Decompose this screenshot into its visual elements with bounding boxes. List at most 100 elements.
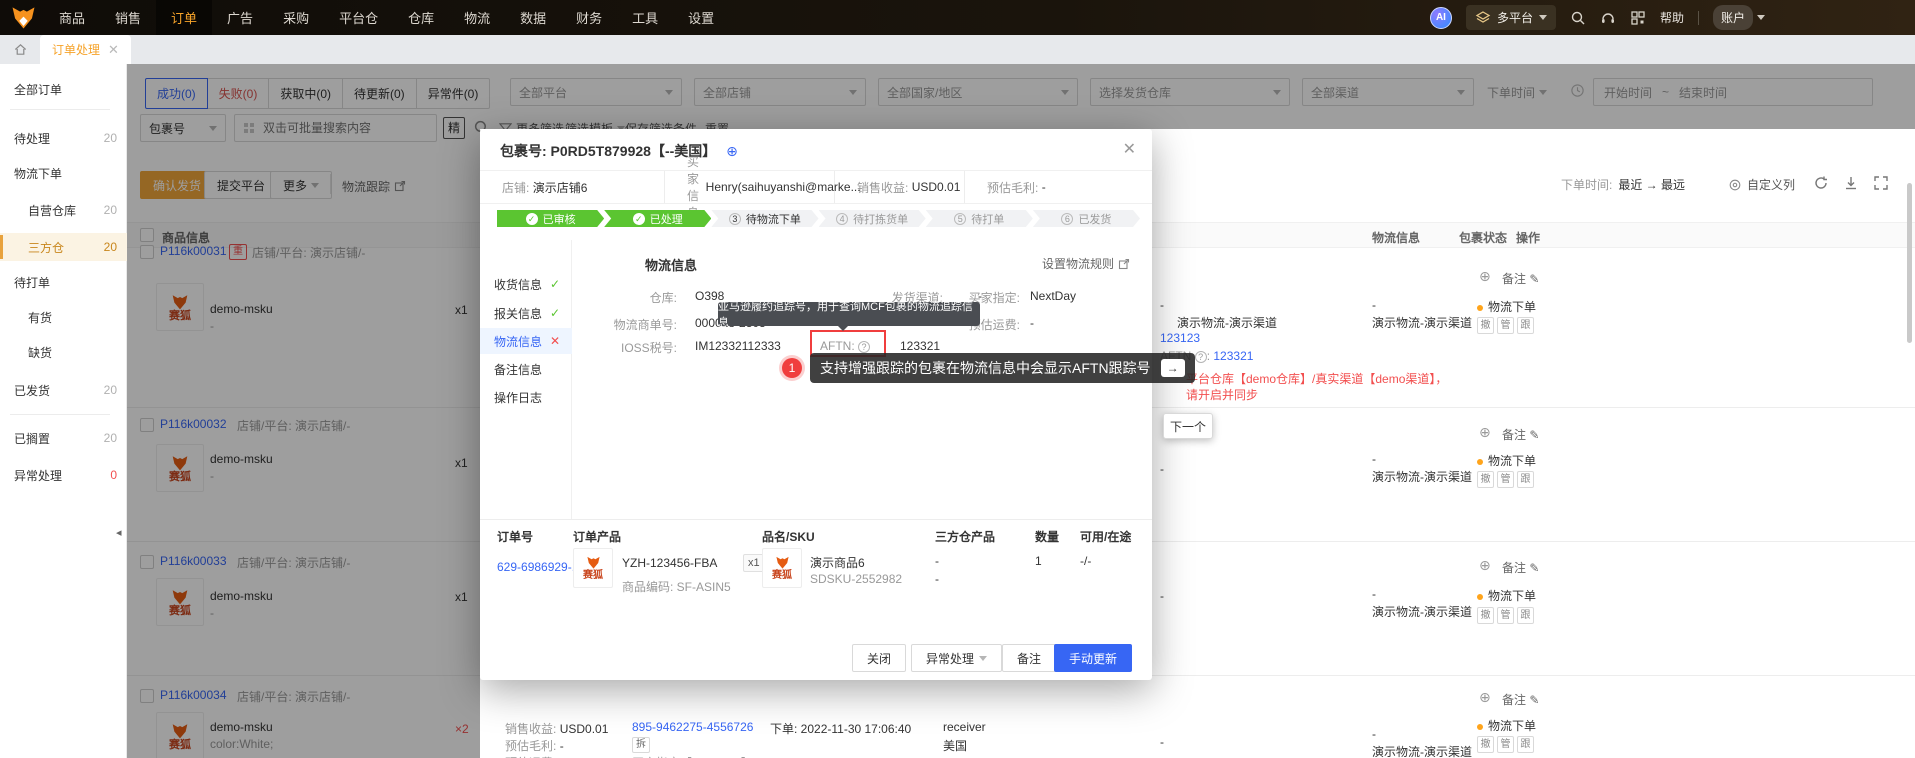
order-number-link[interactable]: 895-9462275-4556726 <box>632 720 753 734</box>
profit-line: 预估毛利: - <box>505 739 564 753</box>
remark-action[interactable]: 备注 ✎ <box>1502 559 1539 576</box>
sidebar-item-pending[interactable]: 待处理 20 <box>0 124 127 152</box>
sidebar-item-exception[interactable]: 异常处理 0 <box>0 461 127 489</box>
step-awaiting-logistics: 3 待物流下单 <box>711 210 818 227</box>
qr-scan-icon[interactable] <box>1630 10 1646 26</box>
chip-revoke[interactable]: 撤 <box>1477 607 1494 624</box>
nav-item-platform-warehouse[interactable]: 平台仓 <box>324 0 393 35</box>
nav-item-settings[interactable]: 设置 <box>673 0 729 35</box>
sidebar-item-all-orders[interactable]: 全部订单 <box>0 75 127 103</box>
tab-order-processing[interactable]: 订单处理 ✕ <box>40 35 131 64</box>
order-number-link[interactable]: 629-6986929-... <box>497 560 582 574</box>
vertical-scrollbar[interactable] <box>1907 183 1912 343</box>
chip-track[interactable]: 跟 <box>1517 736 1534 753</box>
nav-remark-info[interactable]: 备注信息 <box>480 356 572 382</box>
account-label: 账户 <box>1712 5 1753 30</box>
expand-plus-icon[interactable]: ⊕ <box>1479 424 1491 441</box>
sidebar-item-out-of-stock[interactable]: 缺货 <box>0 338 127 366</box>
sidebar-item-third-party-warehouse[interactable]: 三方仓 20 <box>0 233 127 261</box>
account-menu[interactable]: 账户 <box>1712 5 1765 30</box>
tracking-number-link[interactable]: 123123 <box>1160 331 1200 345</box>
home-tab[interactable] <box>0 35 40 64</box>
expand-plus-icon[interactable]: ⊕ <box>1479 557 1491 574</box>
layers-icon <box>1475 10 1491 26</box>
th-name-sku: 品名/SKU <box>762 530 815 544</box>
nav-item-purchase[interactable]: 采购 <box>268 0 324 35</box>
nav-item-warehouse[interactable]: 仓库 <box>393 0 449 35</box>
sidebar-collapse-handle[interactable]: ◂ <box>116 526 122 539</box>
product-name: 演示商品6 <box>810 556 865 570</box>
manual-update-button[interactable]: 手动更新 <box>1053 644 1132 672</box>
ai-assistant-button[interactable]: AI <box>1429 6 1452 29</box>
close-button[interactable]: 关闭 <box>851 644 906 672</box>
sort-order-control[interactable]: 下单时间: 最近 → 最远 <box>1561 176 1685 193</box>
expand-plus-icon[interactable]: ⊕ <box>1479 689 1491 706</box>
tour-arrow-chip[interactable]: → <box>1160 359 1185 377</box>
nav-customs-info[interactable]: 报关信息 ✓ <box>480 300 572 326</box>
logistics-channel: 演示物流-演示渠道 <box>1372 316 1472 330</box>
nav-item-data[interactable]: 数据 <box>505 0 561 35</box>
add-plus-icon[interactable]: ⊕ <box>726 143 738 159</box>
package-detail-modal: 包裹号: P0RD5T879928【--美国】 ⊕ ✕ 店铺: 演示店铺6 买家… <box>480 129 1152 680</box>
question-circle-icon[interactable]: ? <box>1194 351 1207 363</box>
channel-dash: - <box>1160 735 1164 749</box>
product-image: 赛狐 <box>762 548 802 588</box>
chip-track[interactable]: 跟 <box>1517 317 1534 334</box>
nav-logistics-info[interactable]: 物流信息 ✕ <box>480 328 572 354</box>
sidebar-item-to-print[interactable]: 待打单 <box>0 268 127 296</box>
order-time-label: 下单: 2022-11-30 17:06:40 <box>770 722 912 736</box>
nav-item-logistics[interactable]: 物流 <box>449 0 505 35</box>
nav-receiving-info[interactable]: 收货信息 ✓ <box>480 271 572 297</box>
sidebar-item-own-warehouse[interactable]: 自营仓库 20 <box>0 196 127 224</box>
divider <box>1697 10 1699 25</box>
headset-support-icon[interactable] <box>1600 10 1616 26</box>
nav-operation-log[interactable]: 操作日志 <box>480 384 572 410</box>
sidebar-item-logistics-order[interactable]: 物流下单 <box>0 159 127 187</box>
fullscreen-icon[interactable] <box>1873 175 1889 191</box>
chip-revoke[interactable]: 撤 <box>1477 317 1494 334</box>
receiver-label: receiver <box>943 720 986 734</box>
logistics-rule-link[interactable]: 设置物流规则 <box>1042 255 1130 272</box>
tour-text-bubble: 支持增强跟踪的包裹在物流信息中会显示AFTN跟踪号 → <box>810 353 1195 383</box>
refresh-icon[interactable] <box>1813 175 1829 191</box>
chip-manage[interactable]: 管 <box>1497 317 1514 334</box>
nav-item-orders[interactable]: 订单 <box>156 0 213 35</box>
remark-button[interactable]: 备注 <box>1001 644 1056 672</box>
sidebar-item-shipped[interactable]: 已发货 20 <box>0 376 127 404</box>
close-tab-icon[interactable]: ✕ <box>108 42 119 58</box>
chip-track[interactable]: 跟 <box>1517 607 1534 624</box>
exception-dropdown-button[interactable]: 异常处理 <box>910 644 1002 672</box>
product-code: 商品编码: SF-ASIN5 <box>622 580 731 594</box>
modal-close-icon[interactable]: ✕ <box>1123 139 1136 159</box>
status-chips: 撤管跟 <box>1477 469 1537 488</box>
nav-item-ads[interactable]: 广告 <box>212 0 268 35</box>
nav-item-tools[interactable]: 工具 <box>617 0 673 35</box>
expand-plus-icon[interactable]: ⊕ <box>1479 268 1491 285</box>
freight-value: - <box>1030 316 1034 330</box>
divider <box>10 109 110 110</box>
nav-item-finance[interactable]: 财务 <box>561 0 617 35</box>
aftn-number-link[interactable]: 123321 <box>1213 349 1253 363</box>
multi-platform-switcher[interactable]: 多平台 <box>1465 5 1556 30</box>
help-link[interactable]: 帮助 <box>1660 9 1684 26</box>
nav-item-products[interactable]: 商品 <box>44 0 100 35</box>
custom-columns-button[interactable]: 自定义列 <box>1728 176 1795 193</box>
download-icon[interactable] <box>1843 175 1859 191</box>
chip-revoke[interactable]: 撤 <box>1477 471 1494 488</box>
logistics-dash: - <box>1372 298 1376 312</box>
remark-action[interactable]: 备注 ✎ <box>1502 270 1539 287</box>
section-title: 物流信息 <box>645 258 698 273</box>
sidebar-item-on-hold[interactable]: 已搁置 20 <box>0 424 127 452</box>
brand-fox-logo-icon[interactable] <box>10 4 37 31</box>
chip-manage[interactable]: 管 <box>1497 471 1514 488</box>
remark-action[interactable]: 备注 ✎ <box>1502 426 1539 443</box>
sidebar-item-in-stock[interactable]: 有货 <box>0 303 127 331</box>
remark-action[interactable]: 备注 ✎ <box>1502 691 1539 708</box>
chip-manage[interactable]: 管 <box>1497 607 1514 624</box>
chip-track[interactable]: 跟 <box>1517 471 1534 488</box>
chip-revoke[interactable]: 撤 <box>1477 736 1494 753</box>
search-icon[interactable] <box>1570 10 1586 26</box>
tour-next-button[interactable]: 下一个 <box>1163 413 1213 439</box>
chip-manage[interactable]: 管 <box>1497 736 1514 753</box>
nav-item-sales[interactable]: 销售 <box>100 0 156 35</box>
